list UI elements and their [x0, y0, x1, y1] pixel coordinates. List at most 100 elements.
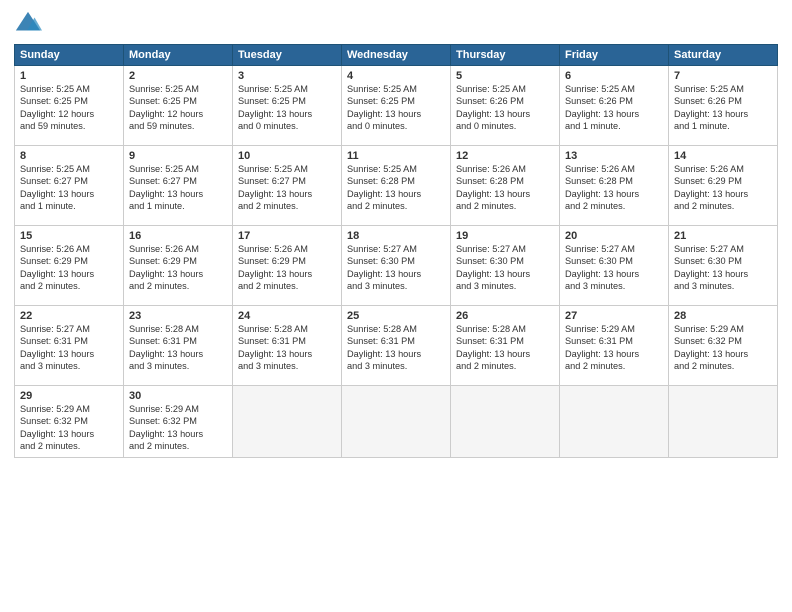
calendar-cell: 20Sunrise: 5:27 AM Sunset: 6:30 PM Dayli… [560, 226, 669, 306]
day-info: Sunrise: 5:27 AM Sunset: 6:30 PM Dayligh… [674, 243, 772, 293]
calendar-cell: 12Sunrise: 5:26 AM Sunset: 6:28 PM Dayli… [451, 146, 560, 226]
day-number: 19 [456, 230, 554, 242]
day-number: 11 [347, 150, 445, 162]
day-info: Sunrise: 5:25 AM Sunset: 6:27 PM Dayligh… [20, 163, 118, 213]
calendar-cell: 5Sunrise: 5:25 AM Sunset: 6:26 PM Daylig… [451, 66, 560, 146]
day-info: Sunrise: 5:27 AM Sunset: 6:30 PM Dayligh… [565, 243, 663, 293]
day-number: 6 [565, 70, 663, 82]
calendar-cell [560, 386, 669, 458]
weekday-row: SundayMondayTuesdayWednesdayThursdayFrid… [15, 45, 778, 66]
day-number: 10 [238, 150, 336, 162]
day-info: Sunrise: 5:28 AM Sunset: 6:31 PM Dayligh… [129, 323, 227, 373]
day-info: Sunrise: 5:25 AM Sunset: 6:25 PM Dayligh… [347, 83, 445, 133]
calendar-body: 1 Sunrise: 5:25 AM Sunset: 6:25 PM Daylig… [15, 66, 778, 458]
day-number: 3 [238, 70, 336, 82]
calendar-cell: 16Sunrise: 5:26 AM Sunset: 6:29 PM Dayli… [124, 226, 233, 306]
day-number: 14 [674, 150, 772, 162]
calendar-header: SundayMondayTuesdayWednesdayThursdayFrid… [15, 45, 778, 66]
day-info: Sunrise: 5:27 AM Sunset: 6:31 PM Dayligh… [20, 323, 118, 373]
calendar-cell: 25Sunrise: 5:28 AM Sunset: 6:31 PM Dayli… [342, 306, 451, 386]
calendar-cell: 19Sunrise: 5:27 AM Sunset: 6:30 PM Dayli… [451, 226, 560, 306]
calendar-cell: 29Sunrise: 5:29 AM Sunset: 6:32 PM Dayli… [15, 386, 124, 458]
day-info: Sunrise: 5:25 AM Sunset: 6:25 PM Dayligh… [129, 83, 227, 133]
weekday-header-sunday: Sunday [15, 45, 124, 66]
day-info: Sunrise: 5:25 AM Sunset: 6:27 PM Dayligh… [238, 163, 336, 213]
calendar-week-4: 22Sunrise: 5:27 AM Sunset: 6:31 PM Dayli… [15, 306, 778, 386]
day-info: Sunrise: 5:27 AM Sunset: 6:30 PM Dayligh… [456, 243, 554, 293]
day-number: 24 [238, 310, 336, 322]
calendar-cell: 8Sunrise: 5:25 AM Sunset: 6:27 PM Daylig… [15, 146, 124, 226]
calendar-table: SundayMondayTuesdayWednesdayThursdayFrid… [14, 44, 778, 458]
day-info: Sunrise: 5:25 AM Sunset: 6:27 PM Dayligh… [129, 163, 227, 213]
day-info: Sunrise: 5:28 AM Sunset: 6:31 PM Dayligh… [238, 323, 336, 373]
header [14, 10, 778, 38]
calendar-cell: 3Sunrise: 5:25 AM Sunset: 6:25 PM Daylig… [233, 66, 342, 146]
calendar-week-2: 8Sunrise: 5:25 AM Sunset: 6:27 PM Daylig… [15, 146, 778, 226]
day-info: Sunrise: 5:26 AM Sunset: 6:28 PM Dayligh… [456, 163, 554, 213]
calendar-week-1: 1 Sunrise: 5:25 AM Sunset: 6:25 PM Daylig… [15, 66, 778, 146]
day-number: 22 [20, 310, 118, 322]
day-info: Sunrise: 5:25 AM Sunset: 6:25 PM Dayligh… [238, 83, 336, 133]
logo [14, 10, 46, 38]
calendar-cell: 4Sunrise: 5:25 AM Sunset: 6:25 PM Daylig… [342, 66, 451, 146]
calendar-cell: 2Sunrise: 5:25 AM Sunset: 6:25 PM Daylig… [124, 66, 233, 146]
calendar-cell: 27Sunrise: 5:29 AM Sunset: 6:31 PM Dayli… [560, 306, 669, 386]
day-number: 21 [674, 230, 772, 242]
day-number: 9 [129, 150, 227, 162]
day-number: 27 [565, 310, 663, 322]
weekday-header-tuesday: Tuesday [233, 45, 342, 66]
calendar-week-5: 29Sunrise: 5:29 AM Sunset: 6:32 PM Dayli… [15, 386, 778, 458]
weekday-header-monday: Monday [124, 45, 233, 66]
day-info: Sunrise: 5:29 AM Sunset: 6:31 PM Dayligh… [565, 323, 663, 373]
day-number: 30 [129, 390, 227, 402]
calendar-cell: 26Sunrise: 5:28 AM Sunset: 6:31 PM Dayli… [451, 306, 560, 386]
day-info: Sunrise: 5:26 AM Sunset: 6:29 PM Dayligh… [129, 243, 227, 293]
day-info: Sunrise: 5:29 AM Sunset: 6:32 PM Dayligh… [20, 403, 118, 453]
day-number: 25 [347, 310, 445, 322]
calendar-cell [451, 386, 560, 458]
calendar-cell: 10Sunrise: 5:25 AM Sunset: 6:27 PM Dayli… [233, 146, 342, 226]
day-info: Sunrise: 5:25 AM Sunset: 6:26 PM Dayligh… [565, 83, 663, 133]
day-info: Sunrise: 5:26 AM Sunset: 6:29 PM Dayligh… [674, 163, 772, 213]
day-info: Sunrise: 5:26 AM Sunset: 6:29 PM Dayligh… [238, 243, 336, 293]
day-number: 4 [347, 70, 445, 82]
day-number: 1 [20, 70, 118, 82]
day-number: 15 [20, 230, 118, 242]
calendar-week-3: 15Sunrise: 5:26 AM Sunset: 6:29 PM Dayli… [15, 226, 778, 306]
day-number: 29 [20, 390, 118, 402]
calendar-cell: 24Sunrise: 5:28 AM Sunset: 6:31 PM Dayli… [233, 306, 342, 386]
day-info: Sunrise: 5:29 AM Sunset: 6:32 PM Dayligh… [129, 403, 227, 453]
day-info: Sunrise: 5:29 AM Sunset: 6:32 PM Dayligh… [674, 323, 772, 373]
day-info: Sunrise: 5:28 AM Sunset: 6:31 PM Dayligh… [456, 323, 554, 373]
day-number: 23 [129, 310, 227, 322]
day-info: Sunrise: 5:25 AM Sunset: 6:26 PM Dayligh… [674, 83, 772, 133]
calendar-cell: 13Sunrise: 5:26 AM Sunset: 6:28 PM Dayli… [560, 146, 669, 226]
weekday-header-saturday: Saturday [669, 45, 778, 66]
day-number: 8 [20, 150, 118, 162]
calendar-cell: 14Sunrise: 5:26 AM Sunset: 6:29 PM Dayli… [669, 146, 778, 226]
day-number: 18 [347, 230, 445, 242]
calendar-cell: 6Sunrise: 5:25 AM Sunset: 6:26 PM Daylig… [560, 66, 669, 146]
weekday-header-thursday: Thursday [451, 45, 560, 66]
calendar-cell: 17Sunrise: 5:26 AM Sunset: 6:29 PM Dayli… [233, 226, 342, 306]
day-number: 20 [565, 230, 663, 242]
day-number: 26 [456, 310, 554, 322]
day-info: Sunrise: 5:26 AM Sunset: 6:29 PM Dayligh… [20, 243, 118, 293]
calendar-cell: 11Sunrise: 5:25 AM Sunset: 6:28 PM Dayli… [342, 146, 451, 226]
weekday-header-wednesday: Wednesday [342, 45, 451, 66]
day-info: Sunrise: 5:25 AM Sunset: 6:28 PM Dayligh… [347, 163, 445, 213]
calendar-cell: 18Sunrise: 5:27 AM Sunset: 6:30 PM Dayli… [342, 226, 451, 306]
calendar-cell [342, 386, 451, 458]
calendar-cell: 1Sunrise: 5:25 AM Sunset: 6:25 PM Daylig… [15, 66, 124, 146]
day-number: 28 [674, 310, 772, 322]
day-info: Sunrise: 5:27 AM Sunset: 6:30 PM Dayligh… [347, 243, 445, 293]
calendar-cell [233, 386, 342, 458]
weekday-header-friday: Friday [560, 45, 669, 66]
day-number: 2 [129, 70, 227, 82]
day-number: 7 [674, 70, 772, 82]
day-number: 17 [238, 230, 336, 242]
day-info: Sunrise: 5:28 AM Sunset: 6:31 PM Dayligh… [347, 323, 445, 373]
day-info: Sunrise: 5:26 AM Sunset: 6:28 PM Dayligh… [565, 163, 663, 213]
calendar-cell: 9Sunrise: 5:25 AM Sunset: 6:27 PM Daylig… [124, 146, 233, 226]
calendar-cell: 15Sunrise: 5:26 AM Sunset: 6:29 PM Dayli… [15, 226, 124, 306]
